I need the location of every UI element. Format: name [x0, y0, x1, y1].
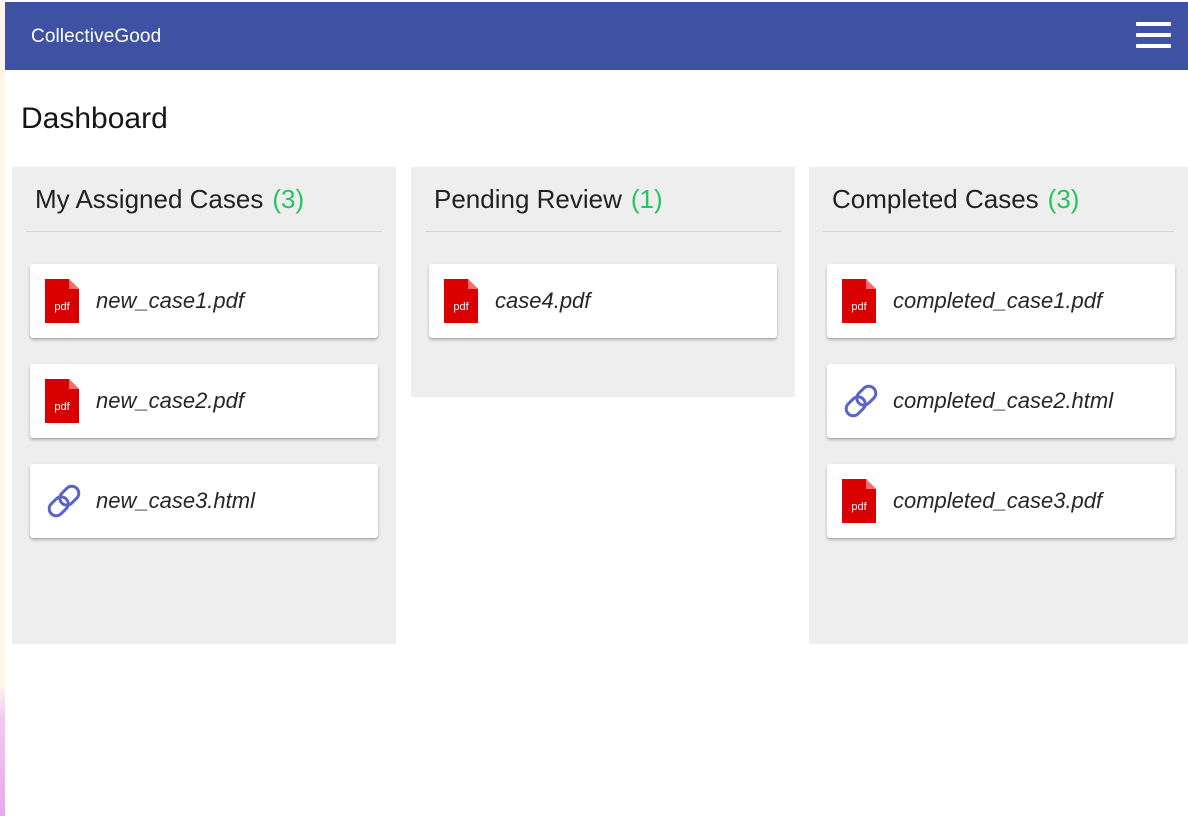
- case-card[interactable]: new_case3.html: [30, 464, 378, 538]
- case-file-name: new_case1.pdf: [96, 288, 244, 313]
- brand-name[interactable]: CollectiveGood: [31, 26, 161, 48]
- menu-line: [1136, 44, 1171, 48]
- case-count-badge: (1): [630, 184, 663, 214]
- column-header: My Assigned Cases (3): [26, 167, 382, 232]
- pdf-icon-label: pdf: [851, 301, 867, 313]
- case-card[interactable]: pdf completed_case3.pdf: [827, 464, 1175, 538]
- case-card[interactable]: pdf new_case2.pdf: [30, 364, 378, 438]
- case-file-name: completed_case3.pdf: [893, 488, 1103, 513]
- pdf-icon-label: pdf: [453, 301, 469, 313]
- left-edge-accent: [0, 0, 5, 816]
- link-icon: [47, 484, 81, 518]
- pdf-icon-label: pdf: [851, 501, 867, 513]
- pdf-file-icon: pdf: [444, 279, 478, 323]
- column-title-label: Pending Review: [434, 184, 622, 214]
- case-card[interactable]: pdf case4.pdf: [429, 264, 777, 338]
- column-pending-review: Pending Review (1) pdf case4.pdf: [411, 167, 795, 397]
- menu-line: [1136, 33, 1171, 37]
- case-file-name: case4.pdf: [495, 288, 591, 313]
- column-title: Pending Review (1): [434, 184, 663, 215]
- column-title: Completed Cases (3): [832, 184, 1079, 215]
- page-title: Dashboard: [21, 102, 168, 135]
- case-count-badge: (3): [1047, 184, 1080, 214]
- case-file-name: completed_case1.pdf: [893, 288, 1103, 313]
- case-file-name: new_case3.html: [96, 488, 255, 513]
- app-bar: CollectiveGood: [5, 2, 1188, 70]
- hamburger-menu-icon[interactable]: [1136, 20, 1172, 50]
- pdf-icon-label: pdf: [54, 401, 70, 413]
- case-card[interactable]: pdf completed_case1.pdf: [827, 264, 1175, 338]
- column-completed-cases: Completed Cases (3) pdf completed_case1.p…: [809, 167, 1188, 644]
- case-count-badge: (3): [272, 184, 305, 214]
- link-icon: [844, 384, 878, 418]
- column-title-label: My Assigned Cases: [35, 184, 264, 214]
- pdf-file-icon: pdf: [842, 279, 876, 323]
- menu-line: [1136, 22, 1171, 26]
- case-card[interactable]: completed_case2.html: [827, 364, 1175, 438]
- pdf-file-icon: pdf: [45, 379, 79, 423]
- column-my-assigned-cases: My Assigned Cases (3) pdf new_case1.pdf p…: [12, 167, 396, 644]
- column-title-label: Completed Cases: [832, 184, 1039, 214]
- pdf-file-icon: pdf: [45, 279, 79, 323]
- column-title: My Assigned Cases (3): [35, 184, 304, 215]
- case-card[interactable]: pdf new_case1.pdf: [30, 264, 378, 338]
- pdf-file-icon: pdf: [842, 479, 876, 523]
- column-header: Pending Review (1): [425, 167, 781, 232]
- column-header: Completed Cases (3): [823, 167, 1174, 232]
- case-file-name: completed_case2.html: [893, 388, 1114, 413]
- case-file-name: new_case2.pdf: [96, 388, 244, 413]
- pdf-icon-label: pdf: [54, 301, 70, 313]
